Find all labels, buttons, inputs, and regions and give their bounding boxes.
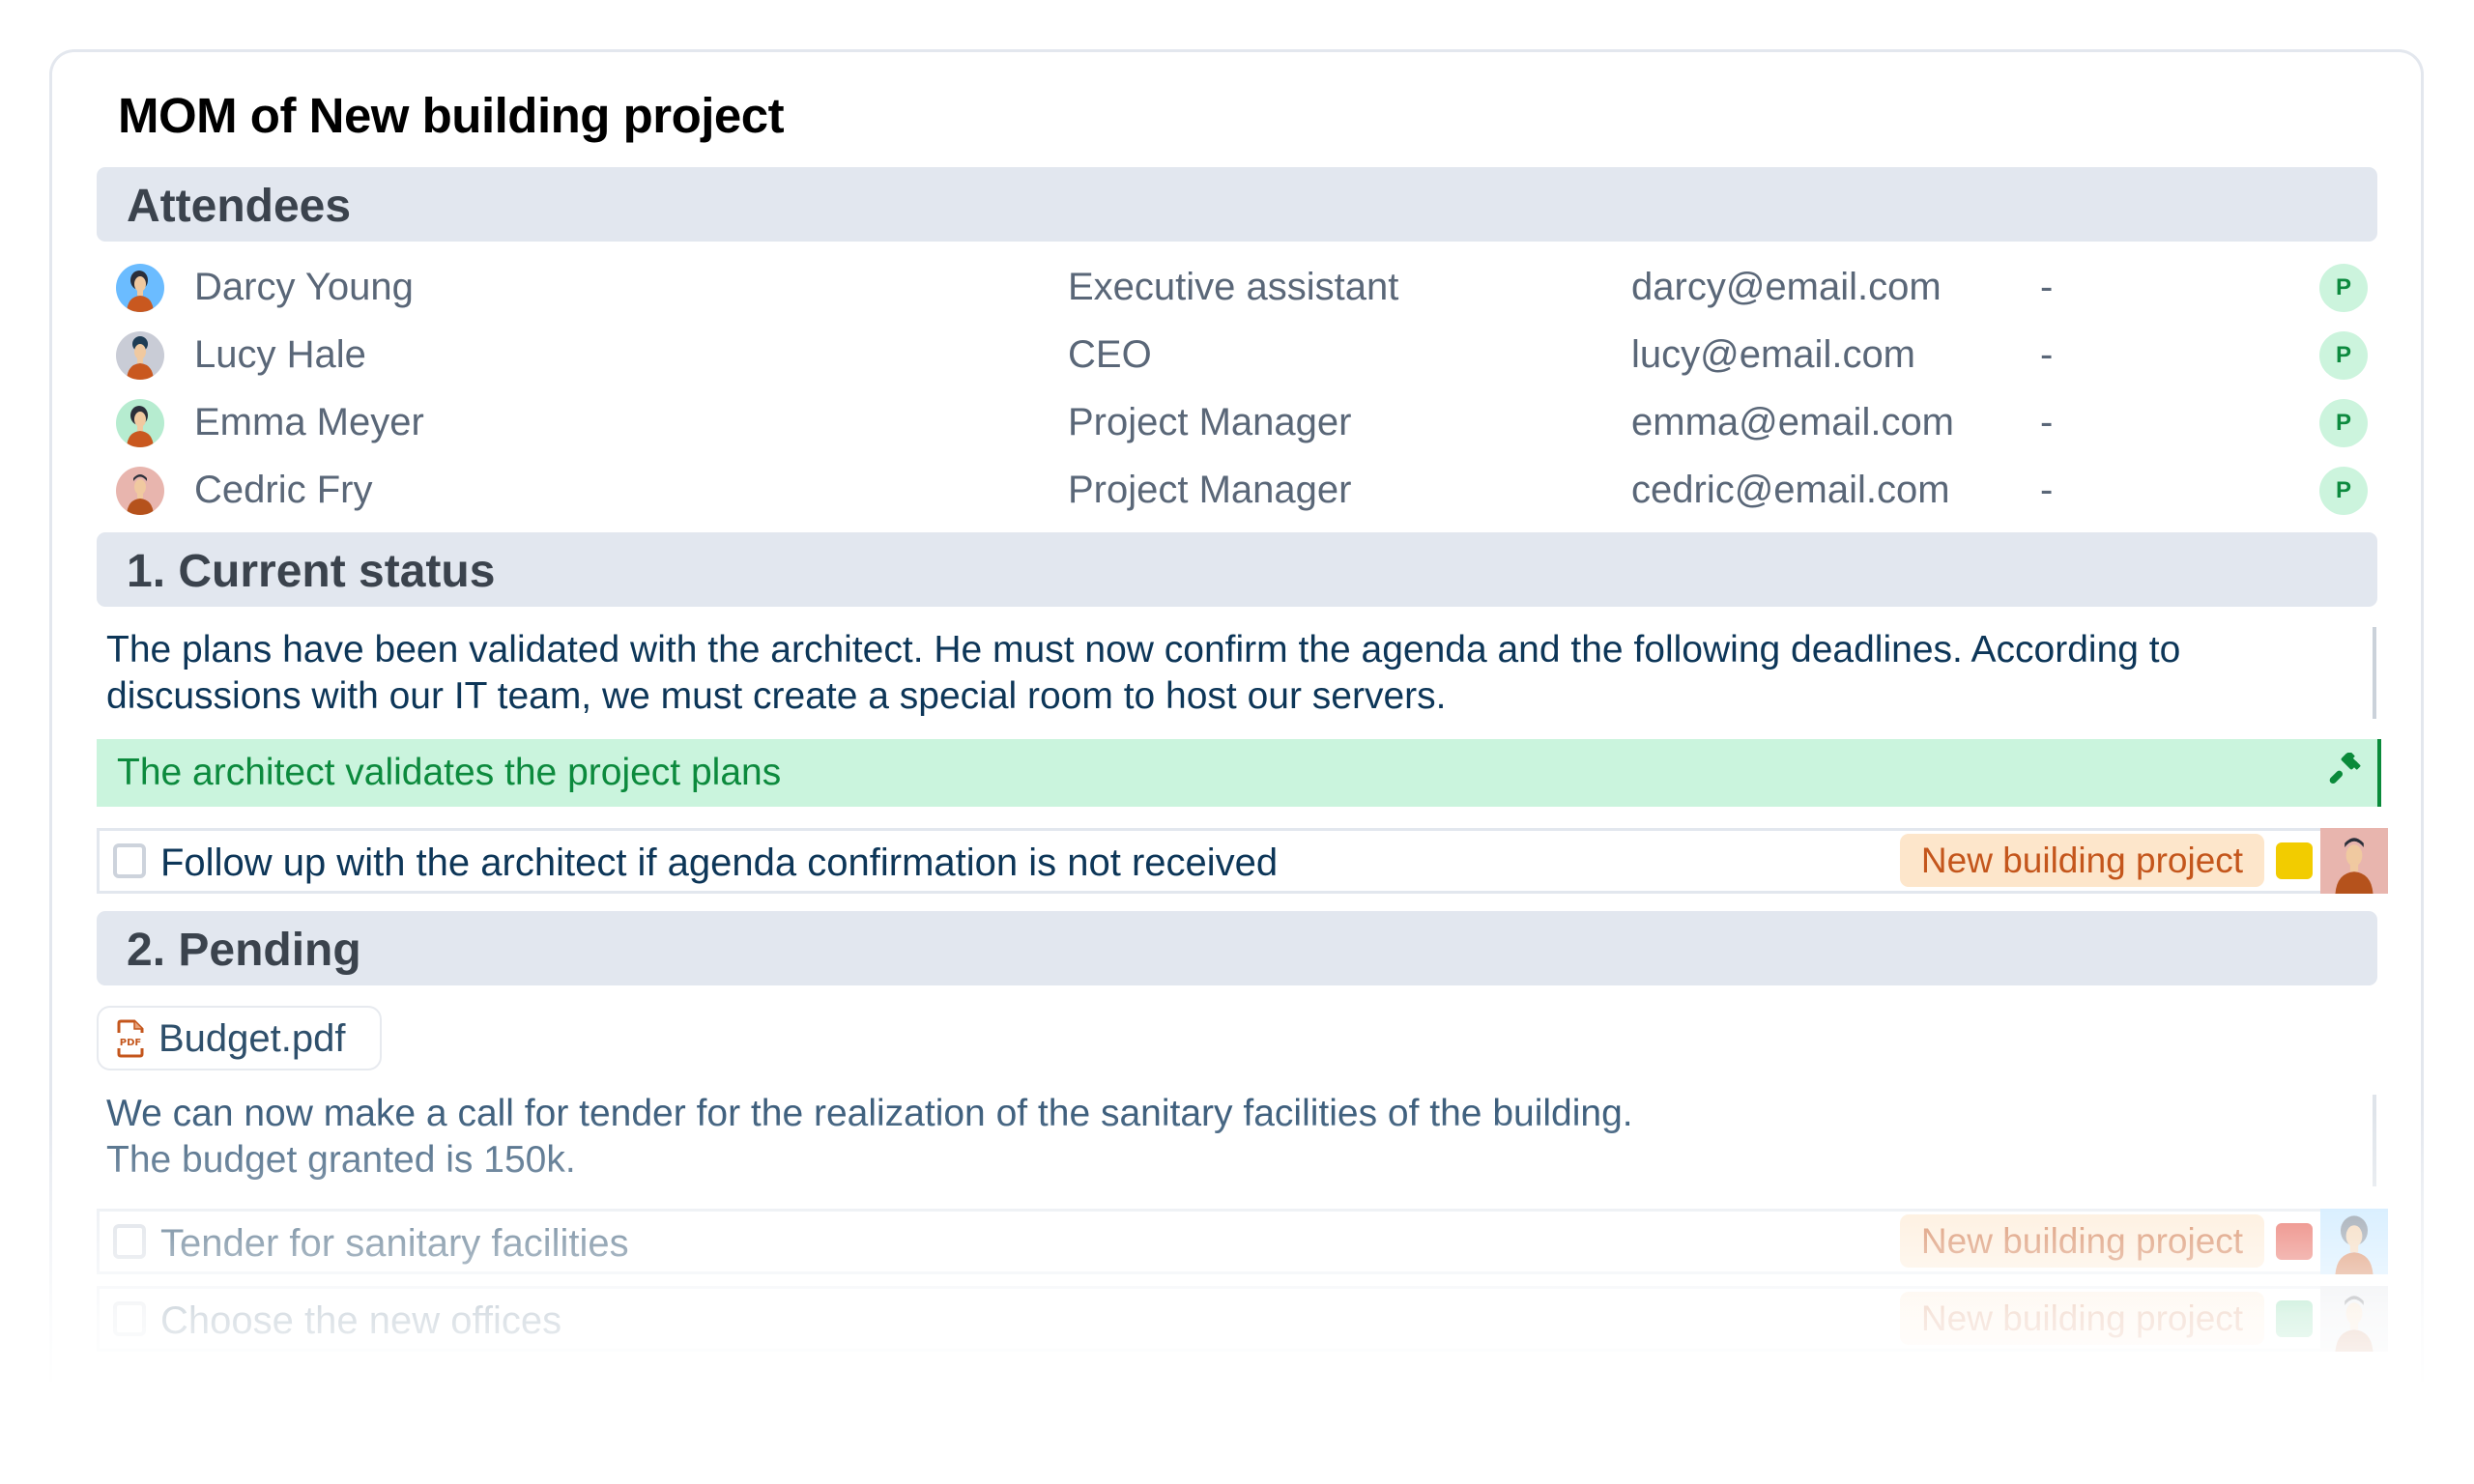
attachment-chip[interactable]: PDF Budget.pdf xyxy=(97,1006,382,1070)
presence-badge[interactable]: P xyxy=(2319,264,2368,312)
attendee-email[interactable]: emma@email.com xyxy=(1631,401,1954,444)
paragraph-right-border xyxy=(2373,627,2376,719)
task-text[interactable]: Tender for sanitary facilities xyxy=(160,1222,629,1266)
project-tag[interactable]: New building project xyxy=(1900,1214,2264,1268)
task-row[interactable]: Choose the new offices New building proj… xyxy=(97,1286,2388,1352)
attendee-email[interactable]: lucy@email.com xyxy=(1631,333,1915,377)
task-checkbox[interactable] xyxy=(113,1301,146,1336)
decision-text: The architect validates the project plan… xyxy=(117,752,782,793)
pending-paragraph-line: We can now make a call for tender for th… xyxy=(106,1093,1633,1134)
attendee-name[interactable]: Emma Meyer xyxy=(194,401,424,444)
task-row[interactable]: Tender for sanitary facilities New build… xyxy=(97,1209,2388,1274)
attendees-header: Attendees xyxy=(97,167,2377,242)
attendee-role: Project Manager xyxy=(1068,401,1352,443)
attendee-note: - xyxy=(2040,333,2054,376)
attendee-role: Executive assistant xyxy=(1068,266,1399,308)
task-checkbox[interactable] xyxy=(113,1224,146,1259)
attendee-role: CEO xyxy=(1068,333,1152,376)
gavel-icon xyxy=(2329,753,2361,785)
task-text[interactable]: Follow up with the architect if agenda c… xyxy=(160,842,1278,885)
attendee-avatar xyxy=(116,467,164,515)
paragraph-right-border xyxy=(2373,1095,2376,1186)
presence-badge[interactable]: P xyxy=(2319,467,2368,515)
attendee-role: Project Manager xyxy=(1068,469,1352,511)
priority-indicator[interactable] xyxy=(2276,1223,2313,1260)
attendee-note: - xyxy=(2040,401,2054,443)
current-status-paragraph[interactable]: The plans have been validated with the a… xyxy=(106,627,2373,720)
attendee-avatar xyxy=(116,331,164,380)
pending-paragraph[interactable]: We can now make a call for tender for th… xyxy=(106,1091,2373,1184)
assignee-avatar[interactable] xyxy=(2320,1209,2388,1274)
attendee-email[interactable]: cedric@email.com xyxy=(1631,469,1950,512)
decision-block[interactable]: The architect validates the project plan… xyxy=(97,739,2381,807)
section-current-status-title: 1. Current status xyxy=(127,546,496,597)
section-pending-title: 2. Pending xyxy=(127,925,361,976)
attendee-name[interactable]: Cedric Fry xyxy=(194,469,372,512)
pending-paragraph-line: The budget granted is 150k. xyxy=(106,1139,576,1181)
assignee-avatar[interactable] xyxy=(2320,828,2388,894)
project-tag[interactable]: New building project xyxy=(1900,1292,2264,1345)
attendee-row[interactable]: Darcy Young Executive assistant darcy@emai… xyxy=(97,254,2377,322)
presence-badge[interactable]: P xyxy=(2319,399,2368,447)
assignee-avatar[interactable] xyxy=(2320,1286,2388,1352)
attendee-name[interactable]: Darcy Young xyxy=(194,266,414,309)
pdf-file-icon: PDF xyxy=(117,1019,144,1058)
priority-indicator[interactable] xyxy=(2276,842,2313,879)
attendee-row[interactable]: Lucy Hale CEO lucy@email.com - P xyxy=(97,322,2377,389)
document-content: MOM of New building project Attendees Da… xyxy=(97,0,2388,1372)
attendee-row[interactable]: Emma Meyer Project Manager emma@email.com -… xyxy=(97,389,2377,457)
project-tag[interactable]: New building project xyxy=(1900,834,2264,887)
presence-badge[interactable]: P xyxy=(2319,331,2368,380)
attendee-note: - xyxy=(2040,266,2054,308)
attendee-avatar xyxy=(116,264,164,312)
section-current-status-header: 1. Current status xyxy=(97,532,2377,607)
attendee-avatar xyxy=(116,399,164,447)
priority-indicator[interactable] xyxy=(2276,1300,2313,1337)
section-pending-header: 2. Pending xyxy=(97,911,2377,985)
attendee-email[interactable]: darcy@email.com xyxy=(1631,266,1942,309)
attachment-name: Budget.pdf xyxy=(158,1017,346,1060)
task-row[interactable]: Follow up with the architect if agenda c… xyxy=(97,828,2388,894)
attendees-header-label: Attendees xyxy=(127,181,352,232)
attendee-note: - xyxy=(2040,469,2054,511)
task-text[interactable]: Choose the new offices xyxy=(160,1299,561,1343)
attendee-name[interactable]: Lucy Hale xyxy=(194,333,366,377)
task-checkbox[interactable] xyxy=(113,843,146,878)
svg-text:PDF: PDF xyxy=(120,1038,141,1048)
attendee-row[interactable]: Cedric Fry Project Manager cedric@email.co… xyxy=(97,457,2377,525)
document-title[interactable]: MOM of New building project xyxy=(118,87,785,144)
bottom-blank-area xyxy=(0,1382,2474,1484)
